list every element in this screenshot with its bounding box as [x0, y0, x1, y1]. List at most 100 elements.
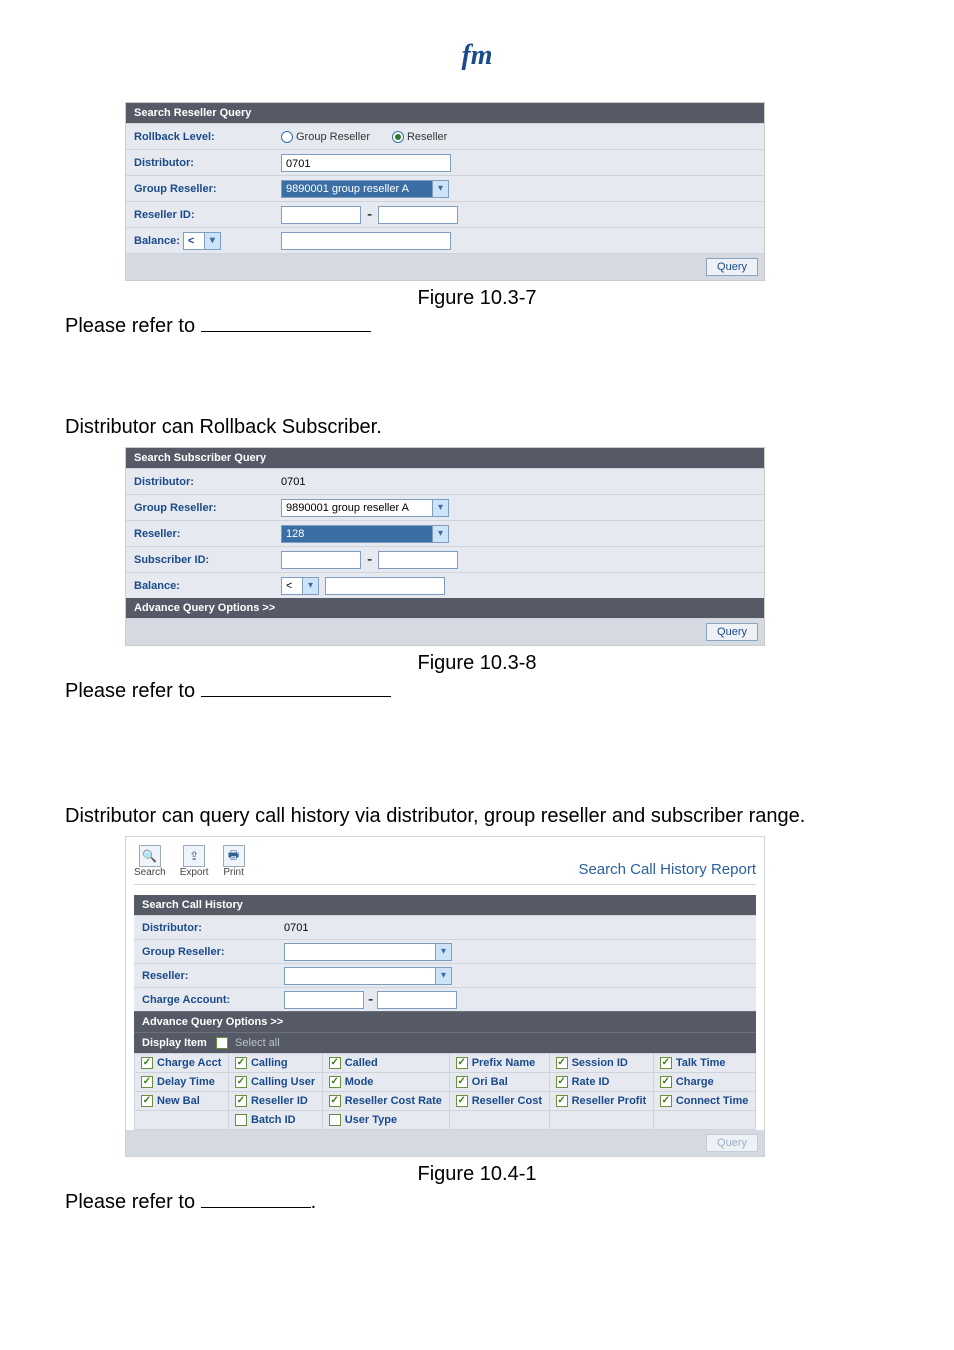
balance-op-select[interactable]: < ▾ — [183, 232, 221, 250]
cb-batch-id[interactable]: Batch ID — [228, 1111, 322, 1130]
reseller-label: Reseller: — [126, 528, 281, 540]
chevron-down-icon: ▾ — [432, 526, 448, 542]
chevron-down-icon: ▾ — [432, 500, 448, 516]
search-history-header: Search Call History — [134, 895, 756, 915]
chevron-down-icon: ▾ — [204, 233, 220, 249]
print-icon: 🖶 — [223, 845, 245, 867]
balance-op-select[interactable]: < ▾ — [281, 577, 319, 595]
toolbar-search[interactable]: 🔍Search — [134, 845, 166, 878]
toolbar-print[interactable]: 🖶Print — [223, 845, 245, 878]
subscriber-id-label: Subscriber ID: — [126, 554, 281, 566]
select-text: 9890001 group reseller A — [282, 502, 432, 514]
cb-charge-acct[interactable]: Charge Acct — [135, 1054, 229, 1073]
group-reseller-label: Group Reseller: — [126, 502, 281, 514]
charge-acct-from[interactable] — [284, 991, 364, 1009]
reseller-select[interactable]: 128 ▾ — [281, 525, 449, 543]
select-text: 128 — [282, 528, 432, 540]
figure-caption: Figure 10.4-1 — [65, 1163, 889, 1186]
select-text: < — [282, 580, 302, 592]
report-title: Search Call History Report — [578, 861, 756, 878]
chevron-down-icon: ▾ — [435, 944, 451, 960]
radio-label: Reseller — [407, 131, 447, 143]
cb-prefix-name[interactable]: Prefix Name — [449, 1054, 549, 1073]
balance-label: Balance: — [126, 580, 281, 592]
refer-text: Please refer to . — [65, 1188, 889, 1214]
balance-input[interactable] — [325, 577, 445, 595]
cb-ori-bal[interactable]: Ori Bal — [449, 1073, 549, 1092]
balance-input[interactable] — [281, 232, 451, 250]
cb-new-bal[interactable]: New Bal — [135, 1092, 229, 1111]
reseller-radio[interactable]: Reseller — [392, 131, 447, 143]
query-button[interactable]: Query — [706, 258, 758, 276]
select-text: 9890001 group reseller A — [282, 183, 432, 195]
group-reseller-radio[interactable]: Group Reseller — [281, 131, 370, 143]
cb-connect-time[interactable]: Connect Time — [653, 1092, 755, 1111]
cb-charge[interactable]: Charge — [653, 1073, 755, 1092]
export-icon: ⇪ — [183, 845, 205, 867]
section-intro: Distributor can Rollback Subscriber. — [65, 414, 889, 441]
cb-session-id[interactable]: Session ID — [549, 1054, 653, 1073]
select-all-label: Select all — [235, 1037, 280, 1049]
toolbar-label: Print — [223, 867, 244, 878]
distributor-value: 0701 — [284, 922, 756, 934]
reseller-id-label: Reseller ID: — [126, 209, 281, 221]
advance-query-link[interactable]: Advance Query Options >> — [126, 598, 764, 618]
distributor-input[interactable]: 0701 — [281, 154, 451, 172]
cb-reseller-cost[interactable]: Reseller Cost — [449, 1092, 549, 1111]
cb-calling[interactable]: Calling — [228, 1054, 322, 1073]
cb-user-type[interactable]: User Type — [322, 1111, 449, 1130]
figure-caption: Figure 10.3-8 — [65, 652, 889, 675]
panel-header: Search Reseller Query — [126, 103, 764, 123]
group-reseller-select[interactable]: ▾ — [284, 943, 452, 961]
cb-mode[interactable]: Mode — [322, 1073, 449, 1092]
reseller-label: Reseller: — [134, 970, 284, 982]
refer-text: Please refer to — [65, 677, 889, 703]
dash: - — [367, 206, 372, 224]
cb-reseller-cost-rate[interactable]: Reseller Cost Rate — [322, 1092, 449, 1111]
cb-delay-time[interactable]: Delay Time — [135, 1073, 229, 1092]
refer-text: Please refer to — [65, 312, 889, 338]
chevron-down-icon: ▾ — [435, 968, 451, 984]
cb-reseller-profit[interactable]: Reseller Profit — [549, 1092, 653, 1111]
toolbar-export[interactable]: ⇪Export — [180, 845, 209, 878]
search-reseller-panel: Search Reseller Query Rollback Level: Gr… — [125, 102, 765, 281]
subscriber-id-from[interactable] — [281, 551, 361, 569]
cb-calling-user[interactable]: Calling User — [228, 1073, 322, 1092]
display-item-grid: Charge Acct Calling Called Prefix Name S… — [134, 1053, 756, 1130]
group-reseller-select[interactable]: 9890001 group reseller A ▾ — [281, 180, 449, 198]
cb-talk-time[interactable]: Talk Time — [653, 1054, 755, 1073]
search-icon: 🔍 — [139, 845, 161, 867]
cb-reseller-id[interactable]: Reseller ID — [228, 1092, 322, 1111]
figure-caption: Figure 10.3-7 — [65, 287, 889, 310]
distributor-label: Distributor: — [134, 922, 284, 934]
rollback-level-label: Rollback Level: — [126, 131, 281, 143]
dash: - — [367, 551, 372, 569]
reseller-id-to[interactable] — [378, 206, 458, 224]
advance-query-link[interactable]: Advance Query Options >> — [134, 1011, 756, 1032]
balance-label: Balance: < ▾ — [126, 232, 281, 250]
group-reseller-label: Group Reseller: — [134, 946, 284, 958]
charge-acct-to[interactable] — [377, 991, 457, 1009]
distributor-label: Distributor: — [126, 476, 281, 488]
panel-header: Search Subscriber Query — [126, 448, 764, 468]
reseller-id-from[interactable] — [281, 206, 361, 224]
select-text: < — [184, 235, 204, 247]
reseller-select[interactable]: ▾ — [284, 967, 452, 985]
dash: - — [368, 991, 373, 1009]
radio-label: Group Reseller — [296, 131, 370, 143]
group-reseller-select[interactable]: 9890001 group reseller A ▾ — [281, 499, 449, 517]
cb-rate-id[interactable]: Rate ID — [549, 1073, 653, 1092]
toolbar-label: Search — [134, 867, 166, 878]
charge-account-label: Charge Account: — [134, 994, 284, 1006]
logo: fm — [461, 40, 492, 72]
cb-called[interactable]: Called — [322, 1054, 449, 1073]
distributor-value: 0701 — [281, 474, 764, 490]
toolbar-label: Export — [180, 867, 209, 878]
query-button[interactable]: Query — [706, 623, 758, 641]
chevron-down-icon: ▾ — [432, 181, 448, 197]
query-button[interactable]: Query — [706, 1134, 758, 1152]
chevron-down-icon: ▾ — [302, 578, 318, 594]
search-subscriber-panel: Search Subscriber Query Distributor: 070… — [125, 447, 765, 646]
select-all-checkbox[interactable] — [216, 1037, 228, 1049]
subscriber-id-to[interactable] — [378, 551, 458, 569]
